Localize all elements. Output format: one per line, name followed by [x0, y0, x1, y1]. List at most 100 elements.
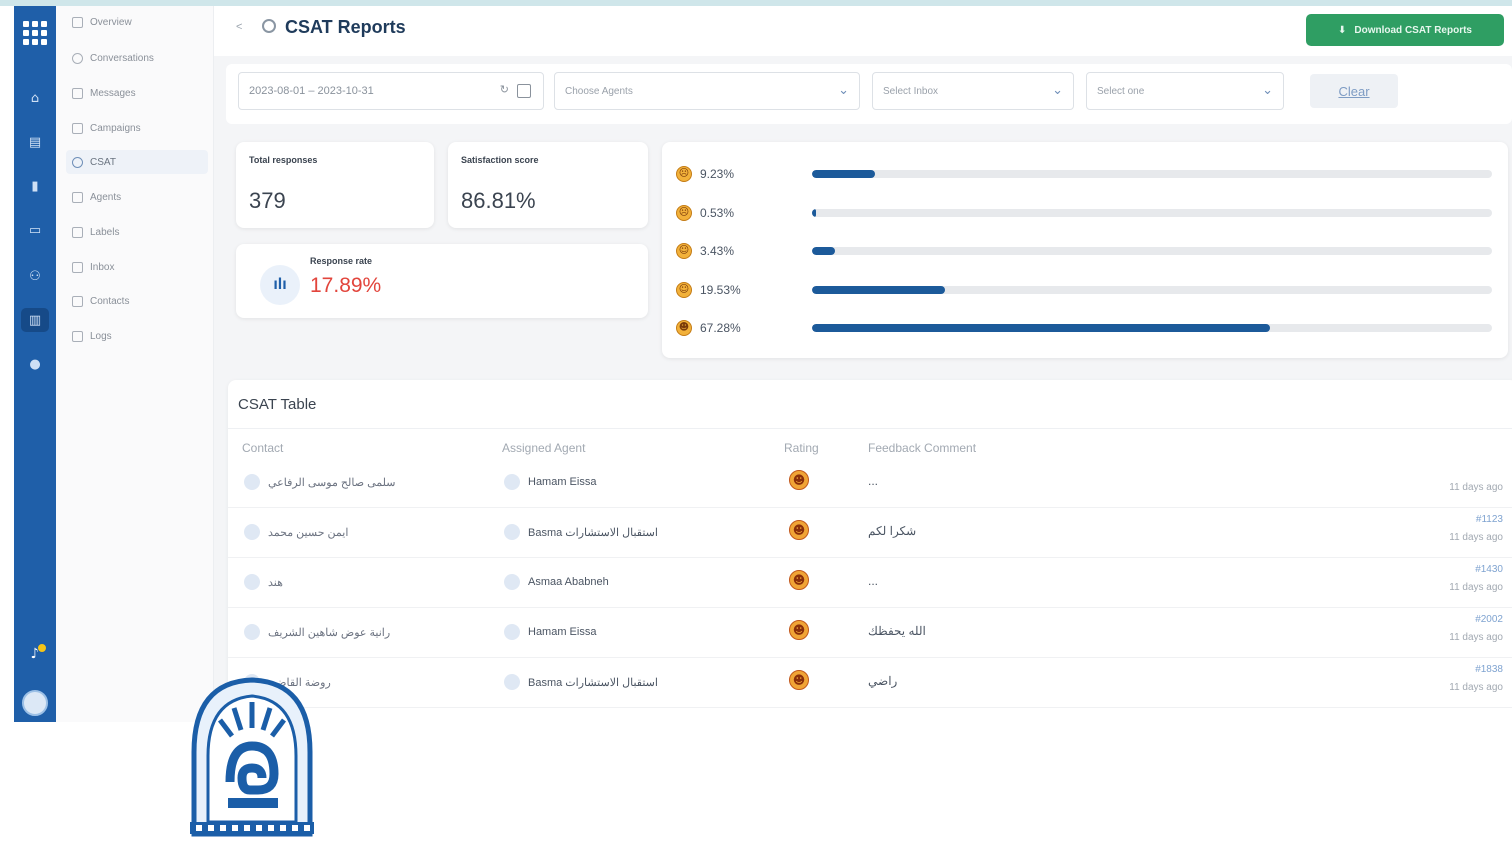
timestamp: 11 days ago [1449, 682, 1503, 693]
inbox-icon[interactable]: ▤ [21, 130, 49, 154]
notifications-bell-icon[interactable]: ♪ [23, 642, 47, 666]
main-content: < CSAT Reports ⬇ Download CSAT Reports 2… [214, 6, 1512, 722]
messages-icon [72, 87, 83, 99]
home-icon[interactable]: ⌂ [21, 86, 49, 110]
university-seal-logo [190, 677, 314, 837]
satisfaction-score-label: Satisfaction score [461, 155, 539, 165]
rating-face-icon: ☺ [676, 281, 692, 298]
agent-cell: Basma استقبال الاستشارات [504, 674, 658, 690]
team-select[interactable]: Select one ⌄ [1086, 72, 1284, 110]
inbox-select[interactable]: Select Inbox ⌄ [872, 72, 1074, 110]
sidebar-item-label: Agents [90, 191, 122, 203]
sidebar-item-contacts[interactable]: Contacts [66, 289, 208, 313]
timestamp: 11 days ago [1449, 532, 1503, 543]
sidebar-item-campaigns[interactable]: Campaigns [66, 116, 208, 140]
sidebar-item-labels[interactable]: Labels [66, 220, 208, 244]
sidebar-item-overview[interactable]: Overview [66, 10, 208, 34]
agent-name: Asmaa Ababneh [528, 576, 609, 588]
team-select-placeholder: Select one [1097, 85, 1145, 97]
distribution-bar-fill [812, 324, 1270, 332]
sidebar-item-logs[interactable]: Logs [66, 324, 208, 348]
agent-avatar [504, 474, 520, 490]
agents-icon [72, 191, 83, 203]
distribution-row: ☹ 0.53% [676, 203, 1496, 223]
rating-face-icon: ☻ [676, 320, 692, 336]
agent-name: Basma استقبال الاستشارات [528, 676, 658, 689]
clear-date-icon[interactable]: ↻ [500, 83, 509, 96]
calendar-icon[interactable] [517, 84, 531, 98]
sidebar-item-label: Contacts [90, 295, 130, 307]
column-header-contact[interactable]: Contact [242, 441, 283, 455]
rating-face-icon: ☻ [789, 570, 809, 590]
conversation-id-link[interactable]: #1123 [1476, 514, 1503, 525]
org-chart-icon[interactable]: ⚇ [21, 264, 49, 288]
date-range-picker[interactable]: 2023-08-01 – 2023-10-31 ↻ [238, 72, 544, 110]
distribution-percent: 3.43% [700, 244, 735, 258]
distribution-row: ☻ 67.28% [676, 318, 1496, 338]
contact-cell[interactable]: رانية عوض شاهين الشريف [244, 624, 390, 640]
sidebar-item-label: Labels [90, 226, 120, 238]
distribution-bar-fill [812, 170, 875, 178]
table-row[interactable]: ☻#1813 [228, 708, 1512, 710]
logs-icon [72, 330, 83, 342]
back-chevron-icon[interactable]: < [236, 21, 242, 33]
feedback-comment: شكرا لكم [868, 524, 917, 538]
user-avatar[interactable] [22, 690, 48, 716]
feedback-comment: راضي [868, 674, 898, 688]
contacts-nav-icon [72, 295, 83, 307]
conversation-id-link[interactable]: #1430 [1475, 564, 1503, 575]
sidebar-item-label: Inbox [90, 261, 115, 273]
clear-filters-button[interactable]: Clear [1310, 74, 1398, 108]
agent-avatar [504, 574, 520, 590]
agent-cell: Basma استقبال الاستشارات [504, 524, 658, 540]
table-row[interactable]: رانية عوض شاهين الشريف Hamam Eissa ☻ الله ي… [228, 608, 1512, 658]
campaigns-icon [72, 122, 83, 134]
agent-name: Hamam Eissa [528, 476, 597, 488]
conversation-id-link[interactable]: #1838 [1475, 664, 1503, 675]
sidebar-item-csat[interactable]: CSAT [66, 150, 208, 174]
column-header-rating[interactable]: Rating [784, 441, 819, 455]
total-responses-label: Total responses [249, 155, 318, 165]
sidebar-item-inbox[interactable]: Inbox [66, 255, 208, 279]
chat-icon[interactable]: ▭ [21, 218, 49, 242]
sidebar-item-label: CSAT [90, 156, 116, 168]
contact-avatar [244, 574, 260, 590]
contact-name: هند [268, 576, 283, 589]
distribution-row: ☺ 3.43% [676, 241, 1496, 261]
column-header-feedback-comment[interactable]: Feedback Comment [868, 441, 976, 455]
contact-avatar [244, 524, 260, 540]
total-responses-value: 379 [249, 188, 286, 213]
table-body: سلمى صالح موسى الرفاعي Hamam Eissa ☻... 11 … [228, 470, 1512, 710]
distribution-bar-track [812, 247, 1492, 255]
contact-cell[interactable]: هند [244, 574, 283, 590]
column-header-assigned-agent[interactable]: Assigned Agent [502, 441, 585, 455]
contact-cell[interactable]: ايمن حسين محمد [244, 524, 348, 540]
agent-cell: Hamam Eissa [504, 474, 596, 490]
settings-icon[interactable]: ● [21, 352, 49, 376]
contact-cell[interactable]: سلمى صالح موسى الرفاعي [244, 474, 395, 490]
divider [228, 428, 1512, 429]
distribution-bar-fill [812, 285, 945, 294]
conversation-id-link[interactable]: #2002 [1475, 614, 1503, 625]
sidebar-item-agents[interactable]: Agents [66, 185, 208, 209]
rating-face-icon: ☻ [789, 620, 809, 640]
reports-icon[interactable]: ▥ [21, 308, 49, 332]
contacts-icon[interactable]: ▮ [21, 174, 49, 198]
download-button-label: Download CSAT Reports [1354, 24, 1472, 36]
satisfaction-score-value: 86.81% [461, 188, 536, 213]
chevron-down-icon: ⌄ [838, 83, 849, 98]
agents-select[interactable]: Choose Agents ⌄ [554, 72, 860, 110]
sidebar-item-messages[interactable]: Messages [66, 81, 208, 105]
table-row[interactable]: هند Asmaa Ababneh ☻... #1430 11 days ago [228, 558, 1512, 608]
response-rate-card: ılı Response rate 17.89% [236, 244, 648, 318]
table-row[interactable]: ايمن حسين محمد Basma استقبال الاستشارات ☻ ش… [228, 508, 1512, 558]
timestamp: 11 days ago [1449, 482, 1503, 493]
download-csat-reports-button[interactable]: ⬇ Download CSAT Reports [1306, 14, 1504, 46]
feedback-comment: الله يحفظك [868, 624, 926, 638]
table-row[interactable]: روضة القاضي Basma استقبال الاستشارات ☻ راضي… [228, 658, 1512, 708]
table-row[interactable]: سلمى صالح موسى الرفاعي Hamam Eissa ☻... 11 … [228, 470, 1512, 508]
download-icon: ⬇ [1338, 24, 1347, 36]
sidebar-item-conversations[interactable]: Conversations [66, 46, 208, 70]
app-grid-icon[interactable] [20, 18, 50, 48]
distribution-percent: 67.28% [700, 321, 741, 335]
